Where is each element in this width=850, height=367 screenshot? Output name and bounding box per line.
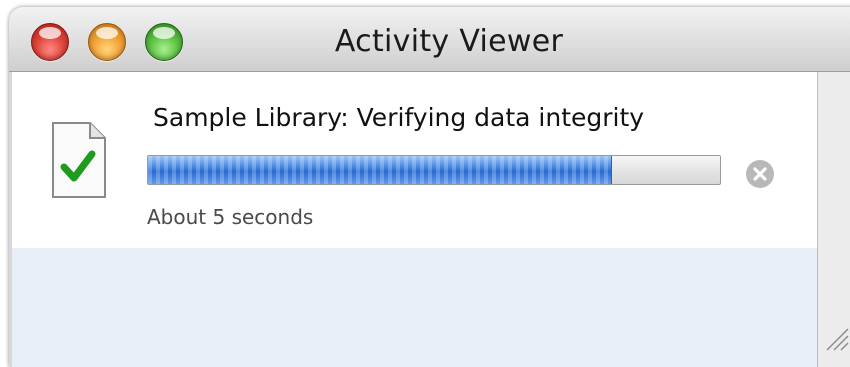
- time-remaining: About 5 seconds: [147, 205, 314, 229]
- title-bar[interactable]: Activity Viewer: [9, 7, 850, 72]
- progress-bar-fill: [148, 156, 613, 184]
- activity-title: Sample Library: Verifying data integrity: [153, 103, 645, 132]
- activity-row: Sample Library: Verifying data integrity…: [12, 72, 817, 248]
- progress-bar: [147, 155, 721, 185]
- window-title: Activity Viewer: [334, 24, 564, 59]
- stop-circle-icon[interactable]: [745, 159, 775, 189]
- activity-list: Sample Library: Verifying data integrity…: [12, 72, 817, 367]
- resize-grip-icon[interactable]: [821, 323, 849, 351]
- document-checkmark-icon: [52, 122, 106, 198]
- activity-viewer-window: Activity Viewer Sample Library: Verifyin…: [9, 7, 850, 367]
